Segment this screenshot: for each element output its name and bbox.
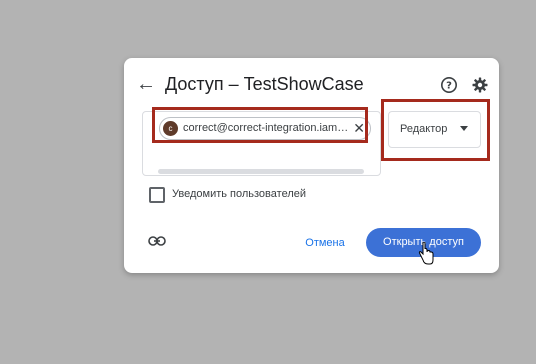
help-circle-icon[interactable]: ?	[440, 76, 458, 94]
arrow-left-icon[interactable]: ←	[136, 74, 156, 94]
share-dialog: ← Доступ – TestShowCase ? c correct@corr…	[124, 58, 499, 273]
horizontal-scrollbar[interactable]	[158, 169, 364, 174]
notify-label: Уведомить пользователей	[172, 188, 306, 200]
notify-checkbox[interactable]	[149, 187, 165, 203]
link-icon[interactable]	[148, 235, 166, 247]
dialog-title: Доступ – TestShowCase	[165, 74, 364, 94]
highlight-box-role	[381, 99, 490, 161]
cancel-button[interactable]: Отмена	[300, 233, 350, 253]
svg-text:?: ?	[446, 81, 452, 92]
hand-pointer-icon	[418, 242, 434, 265]
gear-icon[interactable]	[471, 76, 489, 94]
highlight-box-recipient	[152, 107, 368, 143]
